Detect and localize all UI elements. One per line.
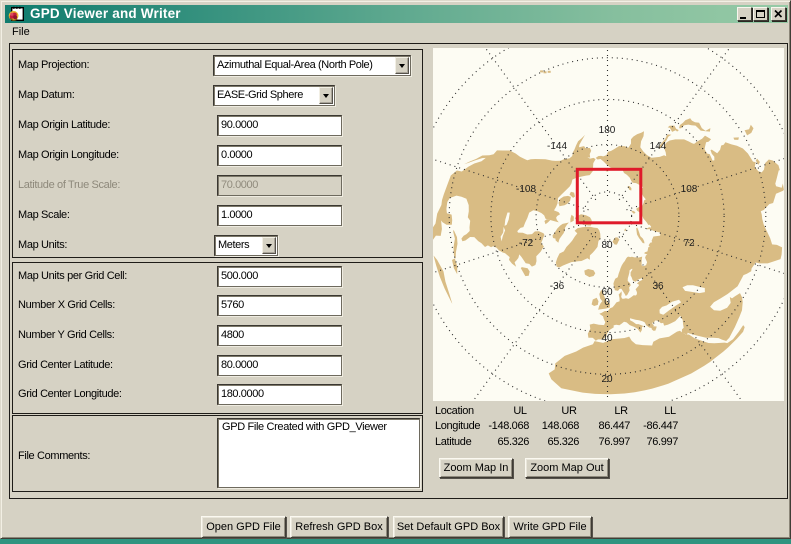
svg-text:20: 20 bbox=[601, 374, 613, 385]
svg-text:144: 144 bbox=[650, 141, 667, 152]
svg-text:72: 72 bbox=[683, 238, 695, 249]
svg-text:-108: -108 bbox=[516, 184, 536, 195]
svg-text:0: 0 bbox=[604, 297, 610, 308]
svg-text:-72: -72 bbox=[519, 238, 534, 249]
svg-text:36: 36 bbox=[652, 281, 664, 292]
svg-text:40: 40 bbox=[601, 333, 613, 344]
svg-text:-36: -36 bbox=[550, 281, 565, 292]
svg-text:108: 108 bbox=[681, 184, 698, 195]
svg-text:180: 180 bbox=[599, 125, 616, 136]
svg-text:60: 60 bbox=[601, 287, 613, 298]
svg-text:-144: -144 bbox=[547, 141, 567, 152]
svg-text:80: 80 bbox=[601, 240, 613, 251]
